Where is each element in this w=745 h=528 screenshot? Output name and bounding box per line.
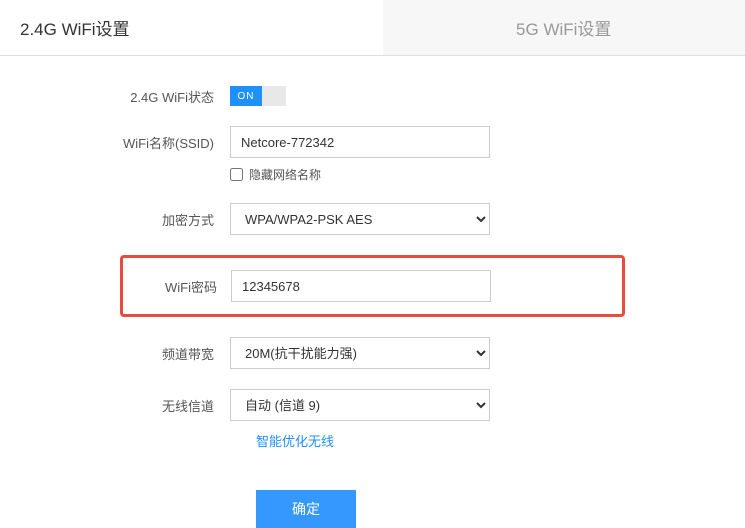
optimize-wireless-link[interactable]: 智能优化无线	[256, 434, 334, 449]
toggle-on-label: ON	[230, 86, 262, 106]
tab-5g-wifi[interactable]: 5G WiFi设置	[383, 0, 745, 55]
encryption-select[interactable]: WPA/WPA2-PSK AES	[230, 203, 490, 235]
channel-select[interactable]: 自动 (信道 9)	[230, 389, 490, 421]
wifi-status-toggle[interactable]: ON	[230, 86, 286, 106]
password-highlight: WiFi密码	[120, 255, 625, 317]
label-encryption: 加密方式	[0, 210, 230, 229]
hide-ssid-checkbox[interactable]	[230, 168, 243, 181]
tab-24g-wifi[interactable]: 2.4G WiFi设置	[0, 0, 383, 55]
label-bandwidth: 频道带宽	[0, 344, 230, 363]
bandwidth-select[interactable]: 20M(抗干扰能力强)	[230, 337, 490, 369]
password-input[interactable]	[231, 270, 491, 302]
ssid-input[interactable]	[230, 126, 490, 158]
toggle-thumb	[262, 86, 286, 106]
label-wifi-status: 2.4G WiFi状态	[0, 87, 230, 106]
label-channel: 无线信道	[0, 396, 230, 415]
label-ssid: WiFi名称(SSID)	[0, 133, 230, 152]
submit-button[interactable]: 确定	[256, 490, 356, 528]
label-hide-ssid: 隐藏网络名称	[249, 166, 321, 183]
label-password: WiFi密码	[123, 277, 231, 296]
